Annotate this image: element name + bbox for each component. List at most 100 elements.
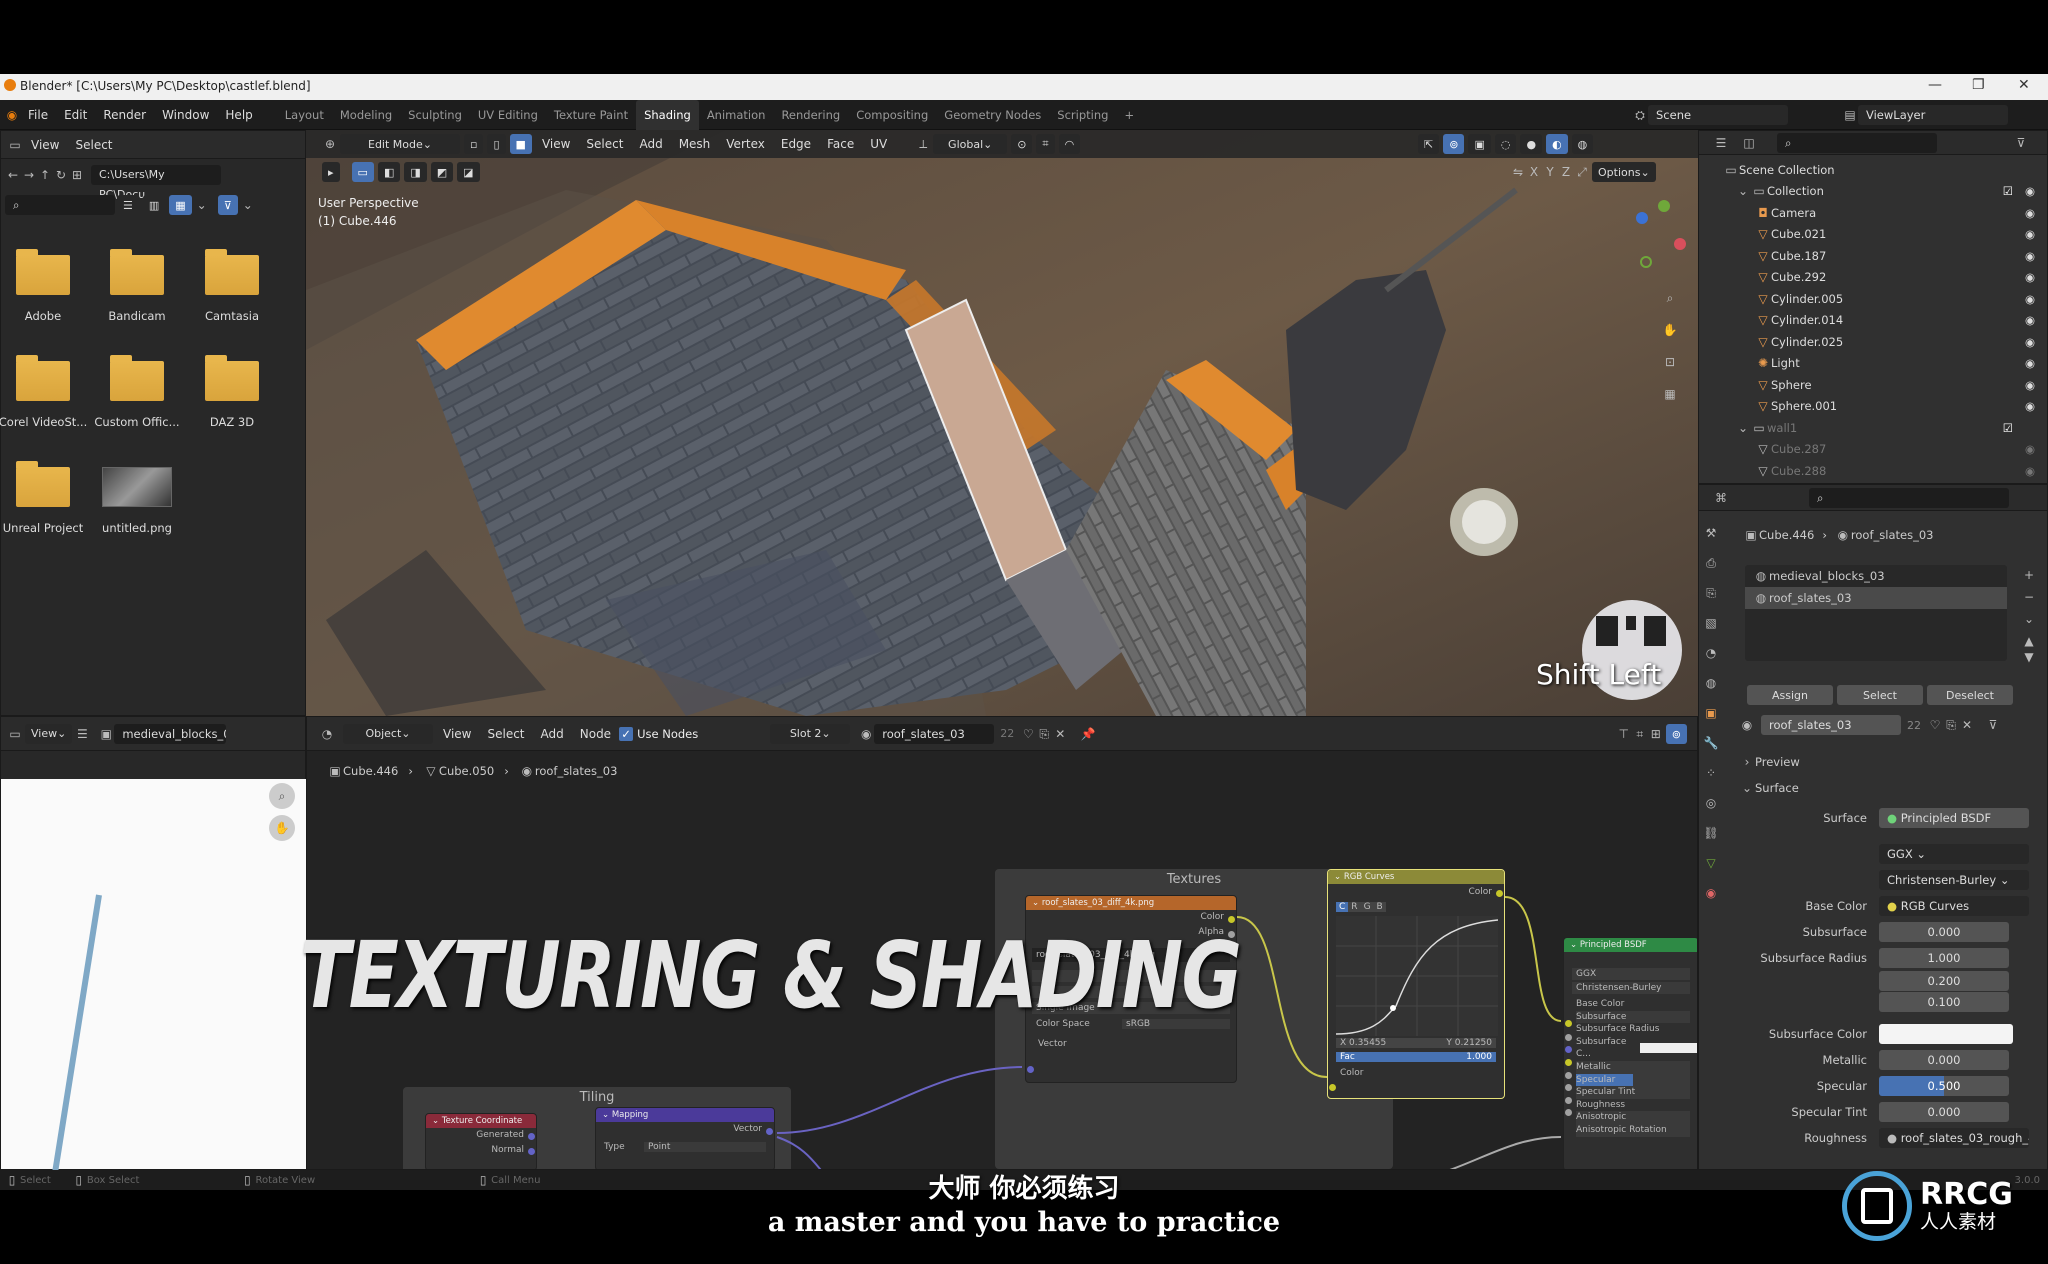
material-shading-icon[interactable]: ◐ xyxy=(1546,134,1568,154)
zoom-icon[interactable]: ⌕ xyxy=(1662,290,1678,306)
filter-icon[interactable]: ⊽ xyxy=(217,195,238,215)
wireframe-shading-icon[interactable]: ◌ xyxy=(1494,134,1517,154)
vp-menu-face[interactable]: Face xyxy=(819,130,862,159)
select-intersect-icon[interactable]: ◪ xyxy=(457,162,480,182)
eye-icon[interactable]: ◉ xyxy=(2025,464,2035,478)
outliner-row[interactable]: ▽ Cube.292 ◉ xyxy=(1723,267,2047,289)
pb-input-label[interactable]: Metallic xyxy=(1576,1060,1690,1074)
vp-menu-select[interactable]: Select xyxy=(578,130,631,159)
assign-button[interactable]: Assign xyxy=(1747,685,1833,705)
file-item[interactable]: Unreal Project xyxy=(0,461,88,535)
filter-icon[interactable]: ⊽ xyxy=(2013,135,2029,151)
channel-g-tab[interactable]: G xyxy=(1360,902,1374,912)
surface-panel-header[interactable]: ⌄ Surface xyxy=(1739,775,2045,801)
outliner-row[interactable]: ▽ Cylinder.014 ◉ xyxy=(1723,310,2047,332)
tab-animation[interactable]: Animation xyxy=(699,100,774,130)
outliner-row[interactable]: ▽ Cube.187 ◉ xyxy=(1723,245,2047,267)
tab-sculpting[interactable]: Sculpting xyxy=(400,100,470,130)
outliner-row[interactable]: ▽ Sphere ◉ xyxy=(1723,374,2047,396)
tab-layout[interactable]: Layout xyxy=(277,100,332,130)
gizmo-y-icon[interactable] xyxy=(1658,200,1670,212)
scene-collection-row[interactable]: ▭ Scene Collection xyxy=(1723,159,2047,181)
roughness-link-field[interactable]: ● roof_slates_03_rough_4... xyxy=(1879,1128,2029,1148)
socket-icon[interactable] xyxy=(528,1148,535,1155)
move-down-icon[interactable]: ▼ xyxy=(2021,649,2037,665)
proportional-edit-icon[interactable]: ◠ xyxy=(1058,134,1081,154)
eye-icon[interactable]: ◉ xyxy=(2025,184,2035,198)
hamburger-menu-icon[interactable]: ☰ xyxy=(74,726,90,742)
principled-bsdf-node[interactable]: ⌄ Principled BSDF GGX Christensen-Burley… xyxy=(1563,937,1697,1169)
fb-path-field[interactable]: C:\Users\My PC\Docu... xyxy=(91,165,221,201)
move-up-icon[interactable]: ▲ xyxy=(2021,633,2037,649)
curve-x-value[interactable]: X 0.35455 xyxy=(1340,1038,1386,1048)
tab-geometry-nodes[interactable]: Geometry Nodes xyxy=(936,100,1049,130)
vp-menu-add[interactable]: Add xyxy=(631,130,670,159)
pan-hand-icon[interactable]: ✋ xyxy=(269,815,295,841)
socket-icon[interactable] xyxy=(1565,1109,1572,1116)
thumbnails-icon[interactable]: ▦ xyxy=(169,195,192,215)
vp-menu-view[interactable]: View xyxy=(534,130,578,159)
add-slot-icon[interactable]: + xyxy=(2021,567,2037,583)
transform-orientation-dropdown[interactable]: Global ⌄ xyxy=(933,134,1008,154)
subsurface-radius-z-field[interactable]: 0.100 xyxy=(1879,992,2009,1012)
base-color-link-field[interactable]: ● RGB Curves xyxy=(1879,896,2029,916)
eye-icon[interactable]: ◉ xyxy=(2025,378,2035,392)
socket-icon[interactable] xyxy=(1027,1066,1034,1073)
pb-input-label[interactable]: Specular xyxy=(1576,1073,1690,1087)
preview-panel-header[interactable]: › Preview xyxy=(1739,749,2045,775)
deselect-button[interactable]: Deselect xyxy=(1927,685,2013,705)
curve-graph[interactable] xyxy=(1336,916,1498,1036)
file-item[interactable]: Camtasia xyxy=(187,249,277,323)
view-dropdown[interactable]: View ⌄ xyxy=(25,723,73,744)
zoom-icon[interactable]: ⌕ xyxy=(269,783,295,809)
auto-merge-icon[interactable]: ⤢ xyxy=(1574,164,1590,180)
outliner-row[interactable]: ▽ Cylinder.025 ◉ xyxy=(1723,331,2047,353)
parent-dir-icon[interactable]: ↑ xyxy=(37,167,53,183)
viewlayer-selector[interactable]: ▤ ViewLayer xyxy=(1842,105,2008,125)
outliner-row[interactable]: ▽ Sphere.001 ◉ xyxy=(1723,396,2047,418)
channel-b-tab[interactable]: B xyxy=(1373,902,1386,912)
edit-mode-dropdown[interactable]: Edit Mode ⌄ xyxy=(340,134,460,154)
fac-slider[interactable]: Fac 1.000 xyxy=(1336,1052,1496,1062)
new-folder-icon[interactable]: ⊞ xyxy=(69,167,85,183)
material-slot[interactable]: ◍ medieval_blocks_03 xyxy=(1745,565,2007,587)
collapse-chevron-icon[interactable]: ⌄ xyxy=(1735,183,1751,199)
eye-icon[interactable]: ◉ xyxy=(2025,270,2035,284)
navigation-gizmo[interactable] xyxy=(1616,198,1686,278)
outliner-row[interactable]: ⌄ ▭ Collection ☑ ◉ xyxy=(1723,181,2047,203)
editor-type-icon[interactable]: ▭ xyxy=(7,137,23,153)
tab-shading[interactable]: Shading xyxy=(636,99,699,130)
vp-menu-uv[interactable]: UV xyxy=(862,130,895,159)
particles-tab-icon[interactable]: ⁘ xyxy=(1703,765,1719,781)
scene-selector[interactable]: ⛭ Scene xyxy=(1632,105,1788,125)
select-invert-icon[interactable]: ◩ xyxy=(430,162,454,182)
pan-hand-icon[interactable]: ✋ xyxy=(1662,322,1678,338)
remove-slot-icon[interactable]: − xyxy=(2021,589,2037,605)
toolbar-toggle-icon[interactable]: ▸ xyxy=(322,162,340,182)
properties-search-input[interactable]: ⌕ xyxy=(1809,487,2009,508)
pb-distribution-dropdown[interactable]: GGX xyxy=(1572,968,1690,980)
camera-view-icon[interactable]: ⊡ xyxy=(1662,354,1678,370)
collapse-chevron-icon[interactable]: ⌄ xyxy=(1735,420,1751,436)
menu-render[interactable]: Render xyxy=(95,100,154,130)
menu-file[interactable]: File xyxy=(20,100,56,130)
menu-edit[interactable]: Edit xyxy=(56,100,95,130)
pb-color-swatch[interactable] xyxy=(1640,1043,1697,1054)
outliner-row[interactable]: ◘ Camera ◉ xyxy=(1723,202,2047,224)
outliner-row[interactable]: ▽ Cube.288 ◉ xyxy=(1723,460,2047,482)
minimize-icon[interactable]: — xyxy=(1928,77,1942,93)
refresh-icon[interactable]: ↻ xyxy=(53,167,69,183)
eye-icon[interactable]: ◉ xyxy=(2025,227,2035,241)
editor-type-icon[interactable]: ⊕ xyxy=(322,136,338,152)
editor-type-icon[interactable]: ▭ xyxy=(7,726,23,742)
tool-tab-icon[interactable]: ⚒ xyxy=(1703,525,1719,541)
socket-icon[interactable] xyxy=(766,1128,773,1135)
pb-input-label[interactable]: Anisotropic xyxy=(1576,1111,1690,1124)
texture-coordinate-node[interactable]: ⌄ Texture Coordinate Generated Normal xyxy=(425,1113,537,1169)
rgb-curves-node[interactable]: ⌄ RGB Curves Color CRGB X 0.35455 Y 0.212… xyxy=(1327,869,1505,1099)
pb-input-label[interactable]: Anisotropic Rotation xyxy=(1576,1123,1690,1137)
tab-compositing[interactable]: Compositing xyxy=(848,100,936,130)
socket-icon[interactable] xyxy=(1329,1084,1336,1091)
object-tab-icon[interactable]: ▣ xyxy=(1703,705,1719,721)
outliner-row[interactable]: ⌄ ▭ wall1 ☑ xyxy=(1723,417,2047,439)
